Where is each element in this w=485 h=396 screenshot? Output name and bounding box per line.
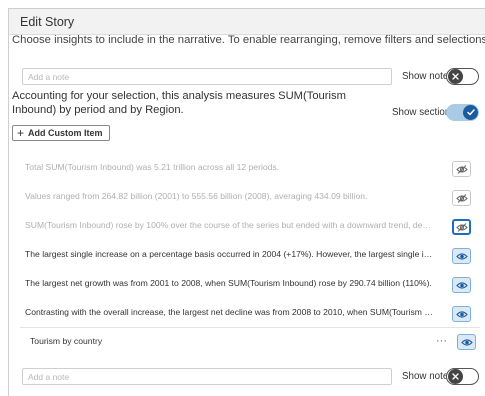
bottom-show-note-toggle[interactable] [446,368,479,385]
custom-item-title: Tourism by country [30,336,103,346]
top-show-note-toggle[interactable] [446,68,479,85]
insight-row-1: Total SUM(Tourism Inbound) was 5.21 tril… [15,155,471,183]
show-section-toggle[interactable] [446,104,479,121]
x-icon [448,69,463,84]
custom-item-row: Tourism by country ··· [20,327,480,355]
eye-off-icon[interactable] [452,219,471,235]
plus-icon: + [17,126,25,140]
top-note-input[interactable] [22,68,392,85]
insight-text: Total SUM(Tourism Inbound) was 5.21 tril… [25,162,280,172]
eye-icon[interactable] [452,277,471,293]
add-custom-item-button[interactable]: + Add Custom Item [12,125,110,141]
panel-header: Edit Story [9,9,485,35]
section-summary: Accounting for your selection, this anal… [12,90,346,116]
show-section-label: Show section [392,107,451,118]
eye-icon[interactable] [452,306,471,322]
insight-text: The largest single increase on a percent… [25,249,435,259]
bottom-show-note-label: Show note [402,371,449,382]
eye-off-icon[interactable] [452,190,471,206]
x-icon [448,369,463,384]
bottom-note-input[interactable] [22,368,392,385]
insight-row-3: SUM(Tourism Inbound) rose by 100% over t… [15,213,471,241]
add-custom-item-label: Add Custom Item [28,128,103,138]
insight-row-4: The largest single increase on a percent… [15,242,471,270]
insight-text: The largest net growth was from 2001 to … [25,278,432,288]
insight-row-6: Contrasting with the overall increase, t… [15,300,471,328]
check-icon [463,105,478,120]
insight-row-5: The largest net growth was from 2001 to … [15,271,471,299]
panel-title: Edit Story [20,15,75,29]
eye-off-icon[interactable] [452,161,471,177]
instructions-text: Choose insights to include in the narrat… [12,34,485,46]
eye-icon[interactable] [452,248,471,264]
insight-text: SUM(Tourism Inbound) rose by 100% over t… [25,220,435,230]
more-options-icon[interactable]: ··· [436,335,447,347]
insight-text: Contrasting with the overall increase, t… [25,307,435,317]
top-show-note-label: Show note [402,71,449,82]
eye-icon[interactable] [457,334,476,350]
insight-row-2: Values ranged from 264.82 billion (2001)… [15,184,471,212]
insight-text: Values ranged from 264.82 billion (2001)… [25,191,368,201]
